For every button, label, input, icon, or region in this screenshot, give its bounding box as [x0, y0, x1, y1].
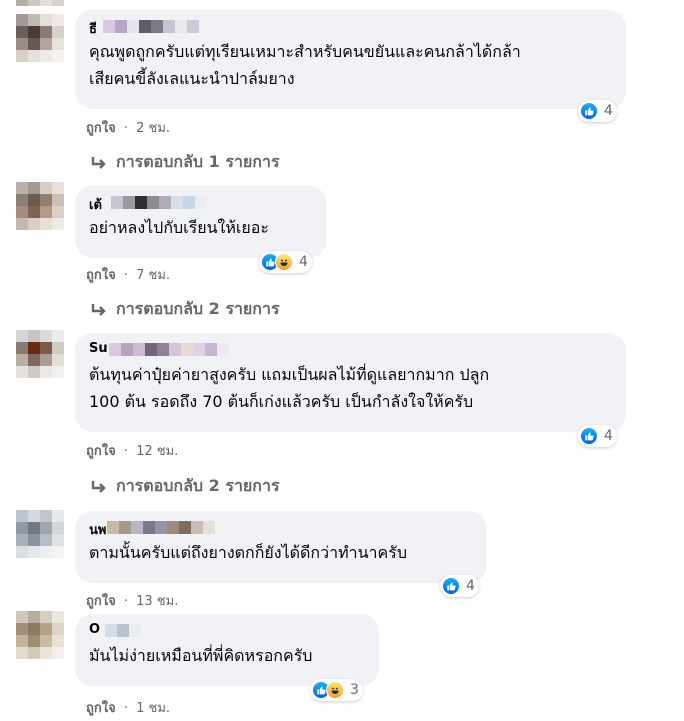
comment-text-line: 100 ต้น รอดถึง 70 ต้นก็เก่งแล้วครับ เป็น…: [89, 392, 474, 411]
comment-actions: ถูกใจ · 1 ชม.: [86, 701, 171, 716]
comment-actions: ถูกใจ · 2 ชม.: [86, 121, 171, 136]
comment-bubble: ธี คุณพูดถูกครับแต่ทุเรียนเหมาะสำหรับคนข…: [75, 10, 626, 109]
replies-label: การตอบกลับ 2 รายการ: [116, 476, 280, 495]
comment-actions: ถูกใจ · 12 ชม.: [86, 444, 179, 459]
like-reaction-icon: [580, 102, 598, 120]
like-button[interactable]: ถูกใจ: [86, 268, 116, 283]
replies-label: การตอบกลับ 2 รายการ: [116, 299, 280, 318]
view-replies-button[interactable]: การตอบกลับ 2 รายการ: [90, 297, 280, 322]
reaction-count: 4: [604, 103, 613, 119]
avatar[interactable]: [16, 510, 64, 558]
comment-bubble: Su ต้นทุนค่าปุ๋ยค่ายาสูงครับ แถมเป็นผลไม…: [75, 333, 626, 432]
reaction-count: 4: [466, 578, 475, 594]
timestamp[interactable]: 1 ชม.: [136, 701, 170, 716]
author-name[interactable]: นพ: [89, 519, 106, 540]
view-replies-button[interactable]: การตอบกลับ 2 รายการ: [90, 474, 280, 499]
comment-actions: ถูกใจ · 7 ชม.: [86, 268, 171, 283]
replies-label: การตอบกลับ 1 รายการ: [116, 152, 280, 171]
reaction-count: 3: [350, 682, 359, 698]
like-button[interactable]: ถูกใจ: [86, 701, 116, 716]
author-name[interactable]: Su: [89, 341, 108, 356]
haha-reaction-icon: [326, 681, 344, 699]
author-name-redacted: [109, 343, 229, 356]
avatar[interactable]: [16, 611, 64, 659]
like-button[interactable]: ถูกใจ: [86, 594, 116, 609]
timestamp[interactable]: 2 ชม.: [136, 121, 170, 136]
comment-actions: ถูกใจ · 13 ชม.: [86, 594, 179, 609]
comment-bubble: นพ ตามนั้นครับแต่ถึงยางตกก็ยังได้ดีกว่าท…: [75, 511, 487, 583]
like-reaction-icon: [442, 577, 460, 595]
reply-arrow-icon: [91, 480, 106, 493]
author-name-redacted: [107, 521, 215, 534]
reaction-summary[interactable]: 4: [259, 251, 312, 273]
view-replies-button[interactable]: การตอบกลับ 1 รายการ: [90, 150, 280, 175]
reaction-count: 4: [299, 254, 308, 270]
like-button[interactable]: ถูกใจ: [86, 444, 116, 459]
timestamp[interactable]: 7 ชม.: [136, 268, 170, 283]
like-reaction-icon: [580, 427, 598, 445]
author-name[interactable]: ธี: [89, 18, 97, 39]
avatar[interactable]: [16, 14, 64, 62]
author-name-redacted: [105, 624, 141, 637]
reply-arrow-icon: [91, 303, 106, 316]
haha-reaction-icon: [275, 253, 293, 271]
comment-bubble: เต้ อย่าหลงไปกับเรียนให้เยอะ: [75, 186, 327, 258]
comment-text-line: ตามนั้นครับแต่ถึงยางตกก็ยังได้ดีกว่าทำนา…: [89, 543, 407, 562]
comment-text-line: ต้นทุนค่าปุ๋ยค่ายาสูงครับ แถมเป็นผลไม้ที…: [89, 365, 490, 384]
comment-bubble: O มันไม่ง่ายเหมือนที่พี่คิดหรอกครับ: [75, 614, 379, 686]
comment-text-line: เสียคนขี้ลังเลแนะนำปาล์มยาง: [89, 69, 295, 88]
avatar[interactable]: [16, 182, 64, 230]
avatar[interactable]: [16, 330, 64, 378]
comment-text-line: อย่าหลงไปกับเรียนให้เยอะ: [89, 218, 269, 237]
timestamp[interactable]: 13 ชม.: [136, 594, 178, 609]
reaction-summary[interactable]: 3: [310, 679, 363, 701]
reply-arrow-icon: [91, 156, 106, 169]
avatar-cutoff: [16, 0, 64, 6]
reaction-summary[interactable]: 4: [578, 100, 617, 122]
author-name[interactable]: เต้: [89, 194, 102, 215]
reaction-summary[interactable]: 4: [440, 575, 479, 597]
reaction-count: 4: [604, 428, 613, 444]
author-name-redacted: [103, 20, 199, 33]
author-name-redacted: [111, 196, 207, 209]
timestamp[interactable]: 12 ชม.: [136, 444, 178, 459]
reaction-summary[interactable]: 4: [578, 425, 617, 447]
like-button[interactable]: ถูกใจ: [86, 121, 116, 136]
comment-text-line: คุณพูดถูกครับแต่ทุเรียนเหมาะสำหรับคนขยัน…: [89, 42, 521, 61]
author-name[interactable]: O: [89, 622, 100, 637]
comment-text-line: มันไม่ง่ายเหมือนที่พี่คิดหรอกครับ: [89, 646, 313, 665]
